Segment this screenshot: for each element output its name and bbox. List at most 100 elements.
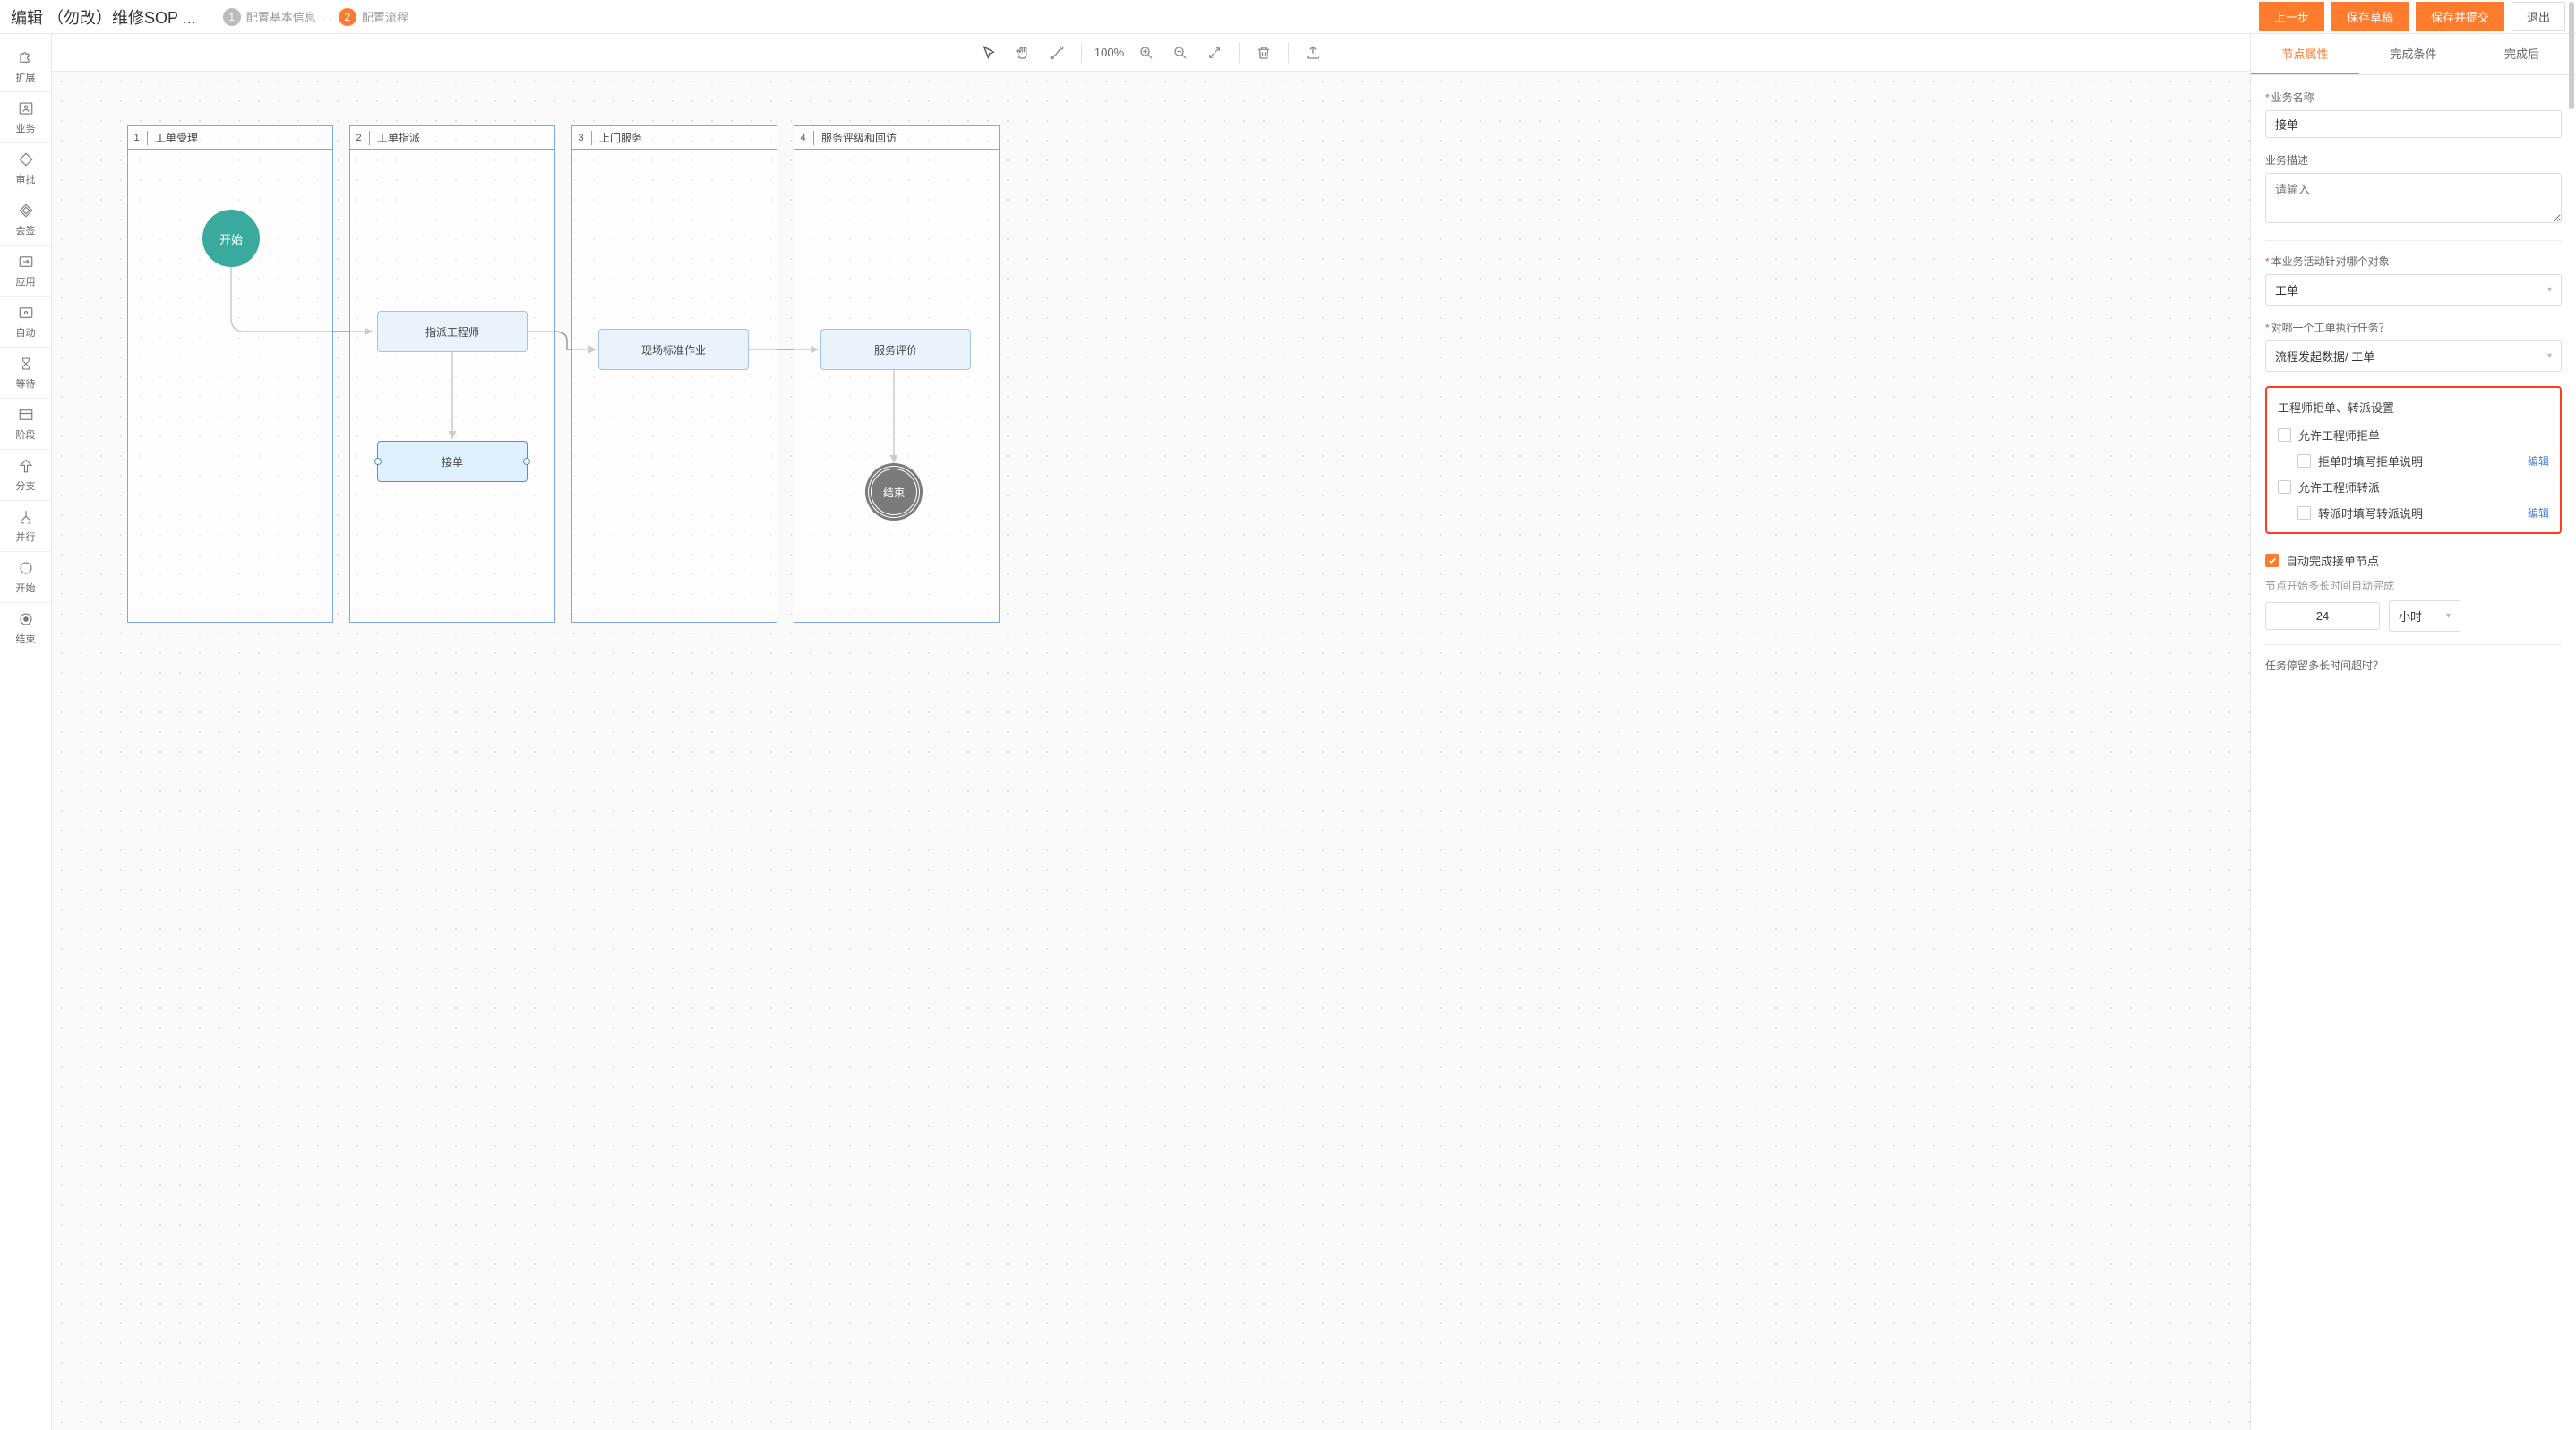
- allow-transfer-checkbox[interactable]: [2278, 480, 2291, 494]
- auto-complete-unit-select[interactable]: 小时 ▾: [2389, 600, 2460, 632]
- tool-wait[interactable]: 等待: [0, 348, 51, 399]
- circle-dot-icon: [17, 610, 35, 628]
- export-button[interactable]: [1298, 38, 1328, 68]
- auto-icon: [17, 304, 35, 322]
- canvas-area: 100%: [52, 34, 2250, 1430]
- allow-transfer-row[interactable]: 允许工程师转派: [2278, 478, 2549, 495]
- node-accept-order[interactable]: 接单: [377, 441, 528, 482]
- auto-complete-checkbox[interactable]: [2265, 554, 2279, 567]
- pointer-tool[interactable]: [974, 38, 1004, 68]
- panel-tabs: 节点属性 完成条件 完成后: [2251, 34, 2576, 75]
- zoom-level: 100%: [1091, 46, 1128, 59]
- prev-step-button[interactable]: 上一步: [2259, 2, 2324, 31]
- swimlanes: 1工单受理 2工单指派 3上门服务 4服务评级和回访: [127, 125, 1000, 623]
- tool-extend[interactable]: 扩展: [0, 41, 51, 92]
- auto-complete-inputs: 小时 ▾: [2265, 600, 2562, 632]
- chevron-down-icon: ▾: [2547, 351, 2552, 361]
- properties-panel: 节点属性 完成条件 完成后 *业务名称 业务描述 *本业务活动针对哪个对象 工单…: [2250, 34, 2576, 1430]
- tool-auto[interactable]: 自动: [0, 297, 51, 348]
- arrow-box-icon: [17, 253, 35, 271]
- target-object-select[interactable]: 工单 ▾: [2265, 274, 2562, 306]
- tab-node-props[interactable]: 节点属性: [2251, 34, 2359, 74]
- node-assign-engineer[interactable]: 指派工程师: [377, 311, 528, 352]
- reject-note-row: 拒单时填写拒单说明 编辑: [2278, 452, 2549, 469]
- tool-branch[interactable]: 分支: [0, 450, 51, 501]
- step-dots: . .: [323, 12, 331, 22]
- field-target-object: *本业务活动针对哪个对象 工单 ▾: [2265, 254, 2562, 306]
- step-2-label: 配置流程: [362, 8, 408, 25]
- reject-note-checkbox[interactable]: [2297, 454, 2311, 468]
- which-order-select[interactable]: 流程发起数据/ 工单 ▾: [2265, 340, 2562, 372]
- biz-desc-input[interactable]: [2265, 173, 2562, 223]
- stage-icon: [17, 406, 35, 424]
- double-diamond-icon: [17, 202, 35, 220]
- save-submit-button[interactable]: 保存并提交: [2416, 2, 2504, 31]
- lane-4[interactable]: 4服务评级和回访: [794, 125, 1000, 623]
- header-actions: 上一步 保存草稿 保存并提交 退出: [2259, 2, 2565, 31]
- tool-countersign[interactable]: 会签: [0, 194, 51, 246]
- node-start[interactable]: 开始: [202, 210, 260, 267]
- main: 扩展 业务 审批 会签 应用 自动 等待 阶段: [0, 34, 2576, 1430]
- zoom-in-button[interactable]: [1131, 38, 1162, 68]
- delete-button[interactable]: [1249, 38, 1279, 68]
- tool-parallel[interactable]: 并行: [0, 501, 51, 552]
- allow-reject-checkbox[interactable]: [2278, 428, 2291, 442]
- tool-approve[interactable]: 审批: [0, 143, 51, 194]
- step-2-num: 2: [339, 8, 356, 26]
- allow-reject-row[interactable]: 允许工程师拒单: [2278, 426, 2549, 444]
- canvas[interactable]: 1工单受理 2工单指派 3上门服务 4服务评级和回访 开始 指派工程师 接单 现…: [52, 72, 2250, 1430]
- connector-tool[interactable]: [1042, 38, 1072, 68]
- canvas-toolbar: 100%: [52, 34, 2250, 72]
- transfer-note-edit-link[interactable]: 编辑: [2528, 505, 2549, 521]
- panel-scrollbar[interactable]: [2569, 2, 2574, 109]
- field-biz-desc: 业务描述: [2265, 152, 2562, 226]
- hand-tool[interactable]: [1008, 38, 1038, 68]
- lane-3[interactable]: 3上门服务: [571, 125, 777, 623]
- tool-app[interactable]: 应用: [0, 246, 51, 297]
- step-indicator: 1 配置基本信息 . . 2 配置流程: [223, 8, 2259, 26]
- user-card-icon: [17, 99, 35, 117]
- tool-end[interactable]: 结束: [0, 603, 51, 653]
- timeout-label: 任务停留多长时间超时？: [2265, 658, 2562, 673]
- circle-icon: [17, 559, 35, 577]
- reject-note-edit-link[interactable]: 编辑: [2528, 453, 2549, 469]
- auto-complete-row[interactable]: 自动完成接单节点: [2265, 552, 2562, 569]
- tab-complete-cond[interactable]: 完成条件: [2359, 34, 2468, 74]
- transfer-note-checkbox[interactable]: [2297, 506, 2311, 520]
- step-2[interactable]: 2 配置流程: [339, 8, 408, 26]
- tool-start[interactable]: 开始: [0, 552, 51, 603]
- reject-transfer-settings: 工程师拒单、转派设置 允许工程师拒单 拒单时填写拒单说明 编辑 允许工程师转派: [2265, 386, 2562, 534]
- biz-name-input[interactable]: [2265, 110, 2562, 138]
- field-which-order: *对哪一个工单执行任务？ 流程发起数据/ 工单 ▾: [2265, 320, 2562, 372]
- toolbox: 扩展 业务 审批 会签 应用 自动 等待 阶段: [0, 34, 52, 1430]
- chevron-down-icon: ▾: [2446, 611, 2451, 621]
- field-biz-name: *业务名称: [2265, 90, 2562, 138]
- fit-screen-button[interactable]: [1199, 38, 1230, 68]
- header: 编辑 （勿改）维修SOP ... 1 配置基本信息 . . 2 配置流程 上一步…: [0, 0, 2576, 34]
- hourglass-icon: [17, 355, 35, 373]
- save-draft-button[interactable]: 保存草稿: [2331, 2, 2409, 31]
- step-1-label: 配置基本信息: [246, 8, 316, 25]
- node-service-rating[interactable]: 服务评价: [820, 329, 971, 370]
- node-onsite-work[interactable]: 现场标准作业: [598, 329, 749, 370]
- node-end[interactable]: 结束: [868, 466, 920, 518]
- lane-2[interactable]: 2工单指派: [349, 125, 555, 623]
- diamond-icon: [17, 151, 35, 168]
- transfer-note-row: 转派时填写转派说明 编辑: [2278, 504, 2549, 521]
- branch-icon: [17, 457, 35, 475]
- puzzle-icon: [17, 48, 35, 66]
- step-1[interactable]: 1 配置基本信息: [223, 8, 316, 26]
- lane-1[interactable]: 1工单受理: [127, 125, 333, 623]
- tool-business[interactable]: 业务: [0, 92, 51, 143]
- tab-after-complete[interactable]: 完成后: [2468, 34, 2576, 74]
- tool-stage[interactable]: 阶段: [0, 399, 51, 450]
- exit-button[interactable]: 退出: [2512, 2, 2565, 31]
- parallel-icon: [17, 508, 35, 526]
- zoom-out-button[interactable]: [1165, 38, 1196, 68]
- step-1-num: 1: [223, 8, 241, 26]
- page-title: 编辑 （勿改）维修SOP ...: [11, 5, 196, 29]
- panel-body: *业务名称 业务描述 *本业务活动针对哪个对象 工单 ▾ *对哪一个工单执行任务…: [2251, 75, 2576, 1430]
- auto-complete-value[interactable]: [2265, 602, 2380, 630]
- auto-complete-hint: 节点开始多长时间自动完成: [2265, 578, 2562, 593]
- chevron-down-icon: ▾: [2547, 285, 2552, 295]
